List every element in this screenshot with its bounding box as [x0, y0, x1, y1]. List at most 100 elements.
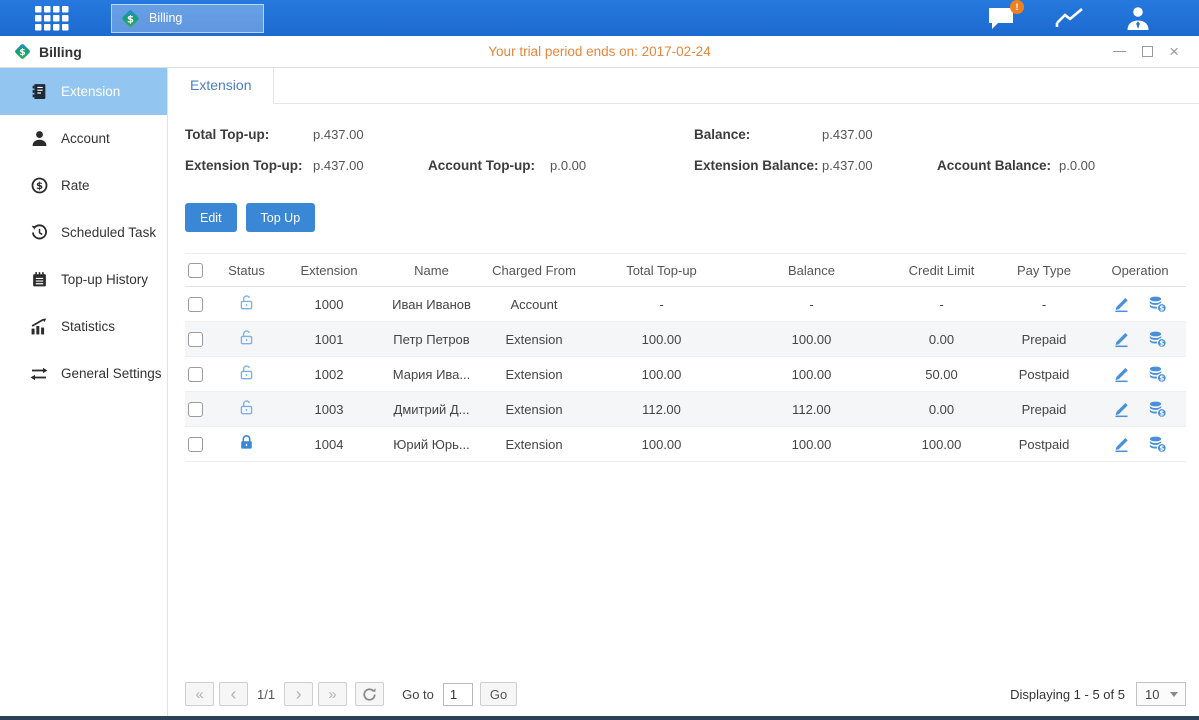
topup-button[interactable]: Top Up — [246, 203, 316, 232]
sidebar-item-label: Rate — [61, 178, 90, 193]
cell-name: Мария Ива... — [384, 357, 479, 392]
statistics-icon — [30, 318, 48, 336]
page-size-value: 10 — [1137, 687, 1170, 702]
lock-open-icon[interactable] — [238, 399, 255, 416]
cell-extension: 1000 — [274, 287, 384, 322]
cell-pay-type: Prepaid — [994, 392, 1094, 427]
edit-icon[interactable] — [1113, 331, 1130, 348]
refresh-button[interactable] — [355, 682, 384, 706]
extension-balance-label: Extension Balance: — [694, 158, 822, 173]
first-page-button[interactable] — [185, 682, 214, 706]
goto-input[interactable] — [443, 683, 473, 706]
svg-text:$: $ — [1159, 339, 1164, 347]
page-size-select[interactable]: 10 — [1136, 682, 1186, 706]
sidebar-item-statistics[interactable]: Statistics — [0, 303, 167, 350]
topup-icon[interactable]: $ — [1148, 331, 1167, 348]
col-pay-type: Pay Type — [994, 254, 1094, 287]
select-all-checkbox[interactable] — [188, 263, 203, 278]
sidebar-item-scheduled-task[interactable]: Scheduled Task — [0, 209, 167, 256]
svg-text:$: $ — [1159, 409, 1164, 417]
svg-text:$: $ — [19, 48, 25, 58]
tabbar: Extension — [168, 68, 1199, 104]
row-checkbox[interactable] — [188, 367, 203, 382]
lock-closed-icon[interactable] — [238, 434, 255, 451]
lock-open-icon[interactable] — [238, 329, 255, 346]
edit-icon[interactable] — [1113, 401, 1130, 418]
sidebar-item-label: General Settings — [61, 366, 162, 381]
taskbar-tab-label: Billing — [149, 11, 182, 25]
cell-charged-from: Extension — [479, 392, 589, 427]
cell-name: Иван Иванов — [384, 287, 479, 322]
minimize-button[interactable] — [1113, 51, 1126, 52]
window-title: Billing — [39, 44, 82, 60]
topup-icon[interactable]: $ — [1148, 436, 1167, 453]
topup-icon[interactable]: $ — [1148, 296, 1167, 313]
cell-total-topup: 100.00 — [589, 322, 734, 357]
edit-icon[interactable] — [1113, 296, 1130, 313]
row-checkbox[interactable] — [188, 297, 203, 312]
extension-icon — [30, 83, 48, 101]
extension-balance-value: p.437.00 — [822, 158, 937, 173]
sidebar-item-label: Top-up History — [61, 272, 148, 287]
trial-notice: Your trial period ends on: 2017-02-24 — [488, 44, 710, 59]
edit-button[interactable]: Edit — [185, 203, 237, 232]
topup-icon[interactable]: $ — [1148, 366, 1167, 383]
extensions-table: Status Extension Name Charged From Total… — [185, 253, 1186, 462]
sidebar-item-label: Statistics — [61, 319, 115, 334]
tab-extension[interactable]: Extension — [168, 68, 274, 104]
total-topup-label: Total Top-up: — [185, 127, 313, 142]
taskbar-tab-billing[interactable]: $ Billing — [111, 4, 264, 33]
cell-balance: 100.00 — [734, 427, 889, 462]
summary-panel: Total Top-up: p.437.00 Extension Top-up:… — [185, 119, 1186, 181]
cell-name: Дмитрий Д... — [384, 392, 479, 427]
cell-balance: 100.00 — [734, 357, 889, 392]
extension-topup-value: p.437.00 — [313, 158, 428, 173]
svg-text:$: $ — [1159, 304, 1164, 312]
sidebar-item-account[interactable]: Account — [0, 115, 167, 162]
chart-icon[interactable] — [1055, 7, 1085, 29]
cell-total-topup: 112.00 — [589, 392, 734, 427]
cell-credit-limit: 50.00 — [889, 357, 994, 392]
prev-page-button[interactable] — [219, 682, 248, 706]
lock-open-icon[interactable] — [238, 364, 255, 381]
col-extension: Extension — [274, 254, 384, 287]
row-checkbox[interactable] — [188, 402, 203, 417]
col-balance: Balance — [734, 254, 889, 287]
topup-icon[interactable]: $ — [1148, 401, 1167, 418]
scheduled-task-icon — [30, 224, 48, 242]
sidebar-item-label: Extension — [61, 84, 120, 99]
lock-open-icon[interactable] — [238, 294, 255, 311]
table-row: 1002Мария Ива...Extension100.00100.0050.… — [185, 357, 1186, 392]
sidebar-item-top-up-history[interactable]: Top-up History — [0, 256, 167, 303]
cell-extension: 1002 — [274, 357, 384, 392]
account-topup-label: Account Top-up: — [428, 158, 550, 173]
billing-app-icon: $ — [120, 8, 141, 29]
go-button[interactable]: Go — [480, 682, 517, 706]
goto-label: Go to — [402, 687, 434, 702]
total-topup-value: p.437.00 — [313, 127, 428, 142]
svg-text:$: $ — [127, 14, 134, 25]
rate-icon: $ — [30, 177, 48, 195]
messages-icon[interactable]: ! — [987, 6, 1015, 30]
last-page-button[interactable] — [318, 682, 347, 706]
user-icon[interactable] — [1125, 6, 1151, 30]
window-app-icon: $ — [13, 42, 32, 61]
cell-extension: 1001 — [274, 322, 384, 357]
account-balance-value: p.0.00 — [1059, 158, 1174, 173]
col-credit-limit: Credit Limit — [889, 254, 994, 287]
close-button[interactable]: × — [1169, 46, 1179, 57]
extension-topup-label: Extension Top-up: — [185, 158, 313, 173]
cell-credit-limit: 100.00 — [889, 427, 994, 462]
sidebar-item-extension[interactable]: Extension — [0, 68, 167, 115]
row-checkbox[interactable] — [188, 437, 203, 452]
sidebar-item-rate[interactable]: $ Rate — [0, 162, 167, 209]
edit-icon[interactable] — [1113, 436, 1130, 453]
next-page-button[interactable] — [284, 682, 313, 706]
sidebar-item-general-settings[interactable]: General Settings — [0, 350, 167, 397]
app-grid-icon[interactable] — [34, 5, 71, 32]
cell-total-topup: 100.00 — [589, 357, 734, 392]
page-indicator: 1/1 — [257, 687, 275, 702]
maximize-button[interactable] — [1142, 46, 1153, 57]
edit-icon[interactable] — [1113, 366, 1130, 383]
row-checkbox[interactable] — [188, 332, 203, 347]
